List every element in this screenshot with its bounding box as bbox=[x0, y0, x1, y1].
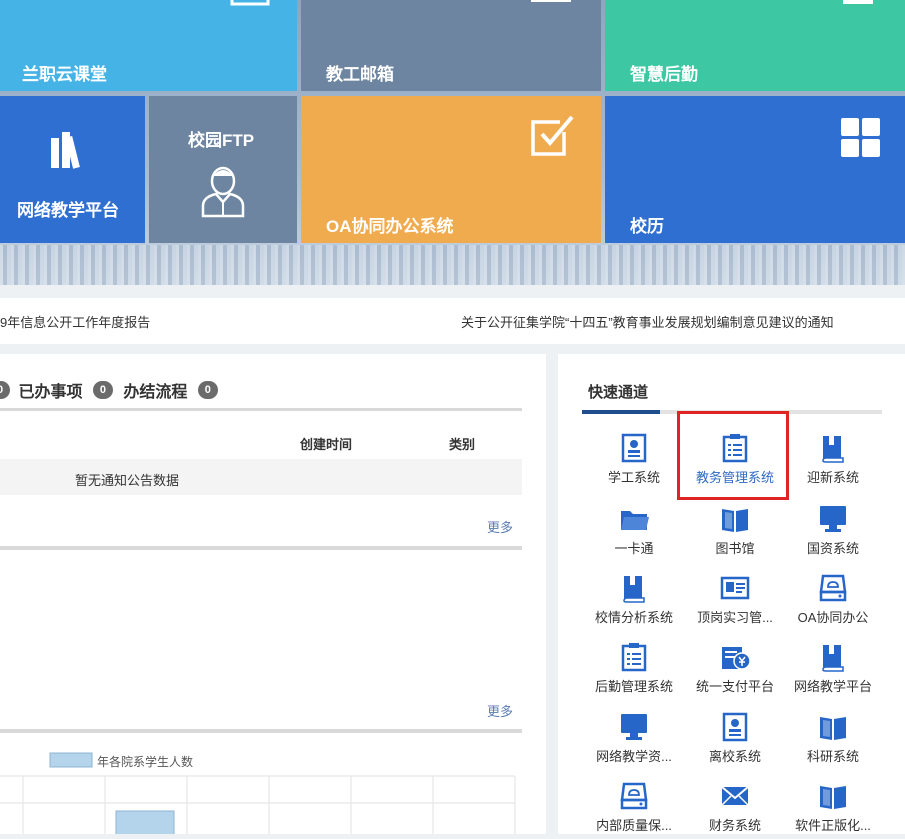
tile-label: 校历 bbox=[630, 217, 664, 236]
payment-icon bbox=[722, 647, 751, 670]
notice-marquee: 9年信息公开工作年度报告 关于公开征集学院“十四五”教育事业发展规划编制意见建议… bbox=[0, 298, 905, 344]
more-link[interactable]: 更多 bbox=[487, 517, 513, 536]
quick-link-label: 离校系统 bbox=[708, 749, 761, 764]
notice-link[interactable]: 关于公开征集学院“十四五”教育事业发展规划编制意见建议的通知 bbox=[461, 312, 834, 331]
quick-link-label: 内部质量保... bbox=[596, 818, 672, 833]
tile-smart-logistics[interactable]: 智慧后勤 bbox=[605, 0, 905, 91]
tile-label: 兰职云课堂 bbox=[22, 65, 107, 84]
books-icon bbox=[51, 132, 80, 169]
quick-link-label: OA协同办公 bbox=[797, 610, 869, 625]
quick-link-label: 学工系统 bbox=[607, 470, 660, 485]
divider bbox=[0, 729, 522, 733]
quick-link-label: 校情分析系统 bbox=[594, 610, 673, 625]
legend-swatch bbox=[49, 752, 93, 768]
quick-link-item[interactable]: 一卡通 bbox=[584, 503, 684, 557]
tile-label: 校园FTP bbox=[188, 131, 255, 150]
pending-count-badge: 0 bbox=[0, 381, 10, 399]
quick-link-label: 财务系统 bbox=[708, 818, 761, 833]
active-tab-indicator bbox=[582, 410, 660, 414]
quick-link-label: 迎新系统 bbox=[806, 470, 859, 485]
id-card-icon bbox=[621, 433, 647, 463]
task-tabs: 0 已办事项 0 办结流程 0 bbox=[0, 378, 218, 402]
closed-count-badge: 0 bbox=[197, 381, 218, 399]
quick-link-item[interactable]: 统一支付平台 bbox=[685, 641, 785, 695]
quick-link-label: 统一支付平台 bbox=[695, 679, 774, 694]
monitor-icon bbox=[820, 506, 846, 532]
quick-link-item[interactable]: 图书馆 bbox=[685, 503, 785, 557]
quick-link-item[interactable]: 离校系统 bbox=[685, 711, 785, 765]
legend-label: 年各院系学生人数 bbox=[97, 755, 194, 769]
tile-label: OA协同办公系统 bbox=[326, 217, 454, 236]
quick-link-item[interactable]: 财务系统 bbox=[685, 780, 785, 834]
grid-icon bbox=[841, 118, 880, 157]
cloud-drive-icon bbox=[620, 782, 648, 810]
tab-closed-flows[interactable]: 办结流程 bbox=[123, 384, 187, 401]
quick-link-item[interactable]: 学工系统 bbox=[584, 432, 684, 486]
done-count-badge: 0 bbox=[92, 381, 113, 399]
quick-link-item[interactable]: 软件正版化... bbox=[783, 780, 883, 834]
quick-link-item[interactable]: 国资系统 bbox=[783, 503, 883, 557]
empty-table-message: 暂无通知公告数据 bbox=[75, 473, 180, 488]
quick-link-label: 后勤管理系统 bbox=[594, 679, 673, 694]
quick-link-label: 图书馆 bbox=[715, 541, 755, 556]
quick-link-label: 软件正版化... bbox=[795, 818, 871, 833]
quick-link-item[interactable]: 迎新系统 bbox=[783, 432, 883, 486]
quick-link-item[interactable]: OA协同办公 bbox=[783, 572, 883, 626]
tile-icon bbox=[843, 0, 873, 4]
chart-canvas bbox=[0, 752, 516, 839]
id-badge-icon bbox=[720, 576, 750, 600]
open-book-icon bbox=[722, 509, 748, 532]
cloud-drive-icon bbox=[819, 574, 847, 602]
open-book-icon bbox=[820, 786, 846, 809]
monitor-icon bbox=[621, 714, 647, 740]
banner-landscape bbox=[0, 245, 905, 285]
book-icon bbox=[822, 645, 844, 672]
mail-icon bbox=[721, 786, 749, 806]
book-icon bbox=[623, 576, 645, 603]
quick-access-title: 快速通道 bbox=[588, 384, 649, 401]
quick-link-label: 国资系统 bbox=[806, 541, 859, 556]
tile-icon bbox=[230, 0, 270, 6]
tile-campus-ftp[interactable]: 校园FTP bbox=[149, 96, 297, 243]
mail-icon bbox=[531, 0, 571, 2]
quick-link-item[interactable]: 网络教学资... bbox=[584, 711, 684, 765]
quick-link-label: 网络教学资... bbox=[596, 749, 672, 764]
tile-lanzhi-cloud[interactable]: 兰职云课堂 bbox=[0, 0, 297, 91]
divider bbox=[0, 408, 522, 411]
quick-link-item[interactable]: 科研系统 bbox=[783, 711, 883, 765]
divider bbox=[0, 546, 522, 550]
highlight-box bbox=[677, 411, 789, 500]
quick-link-label: 顶岗实习管... bbox=[697, 610, 773, 625]
user-icon bbox=[201, 166, 245, 218]
tile-network-platform[interactable]: 网络教学平台 bbox=[0, 96, 145, 243]
notice-link[interactable]: 9年信息公开工作年度报告 bbox=[0, 312, 150, 331]
tile-label: 智慧后勤 bbox=[630, 65, 698, 84]
quick-link-item[interactable]: 网络教学平台 bbox=[783, 641, 883, 695]
tile-label: 网络教学平台 bbox=[17, 201, 119, 220]
quick-link-item[interactable]: 校情分析系统 bbox=[584, 572, 684, 626]
table-row: 暂无通知公告数据 bbox=[0, 459, 522, 495]
student-count-chart: 年各院系学生人数 bbox=[0, 745, 522, 839]
quick-link-label: 一卡通 bbox=[614, 541, 654, 556]
chart-bar bbox=[115, 810, 175, 839]
tile-calendar[interactable]: 校历 bbox=[605, 96, 905, 243]
tile-staff-mail[interactable]: 教工邮箱 bbox=[301, 0, 601, 91]
quick-link-label: 网络教学平台 bbox=[793, 679, 872, 694]
clipboard-list-icon bbox=[621, 643, 647, 672]
quick-link-item[interactable]: 内部质量保... bbox=[584, 780, 684, 834]
tile-oa-system[interactable]: OA协同办公系统 bbox=[301, 96, 601, 243]
column-header-type: 类别 bbox=[449, 437, 476, 452]
tile-label: 教工邮箱 bbox=[326, 65, 394, 84]
checkbox-icon bbox=[531, 115, 574, 156]
book-icon bbox=[822, 436, 844, 463]
tab-done-items[interactable]: 已办事项 bbox=[18, 384, 82, 401]
column-header-created: 创建时间 bbox=[300, 437, 353, 452]
quick-link-item[interactable]: 后勤管理系统 bbox=[584, 641, 684, 695]
open-book-icon bbox=[820, 717, 846, 740]
quick-link-label: 科研系统 bbox=[806, 749, 859, 764]
more-link[interactable]: 更多 bbox=[487, 701, 513, 720]
quick-link-item[interactable]: 顶岗实习管... bbox=[685, 572, 785, 626]
folder-icon bbox=[621, 511, 649, 530]
id-card-icon bbox=[722, 712, 748, 742]
